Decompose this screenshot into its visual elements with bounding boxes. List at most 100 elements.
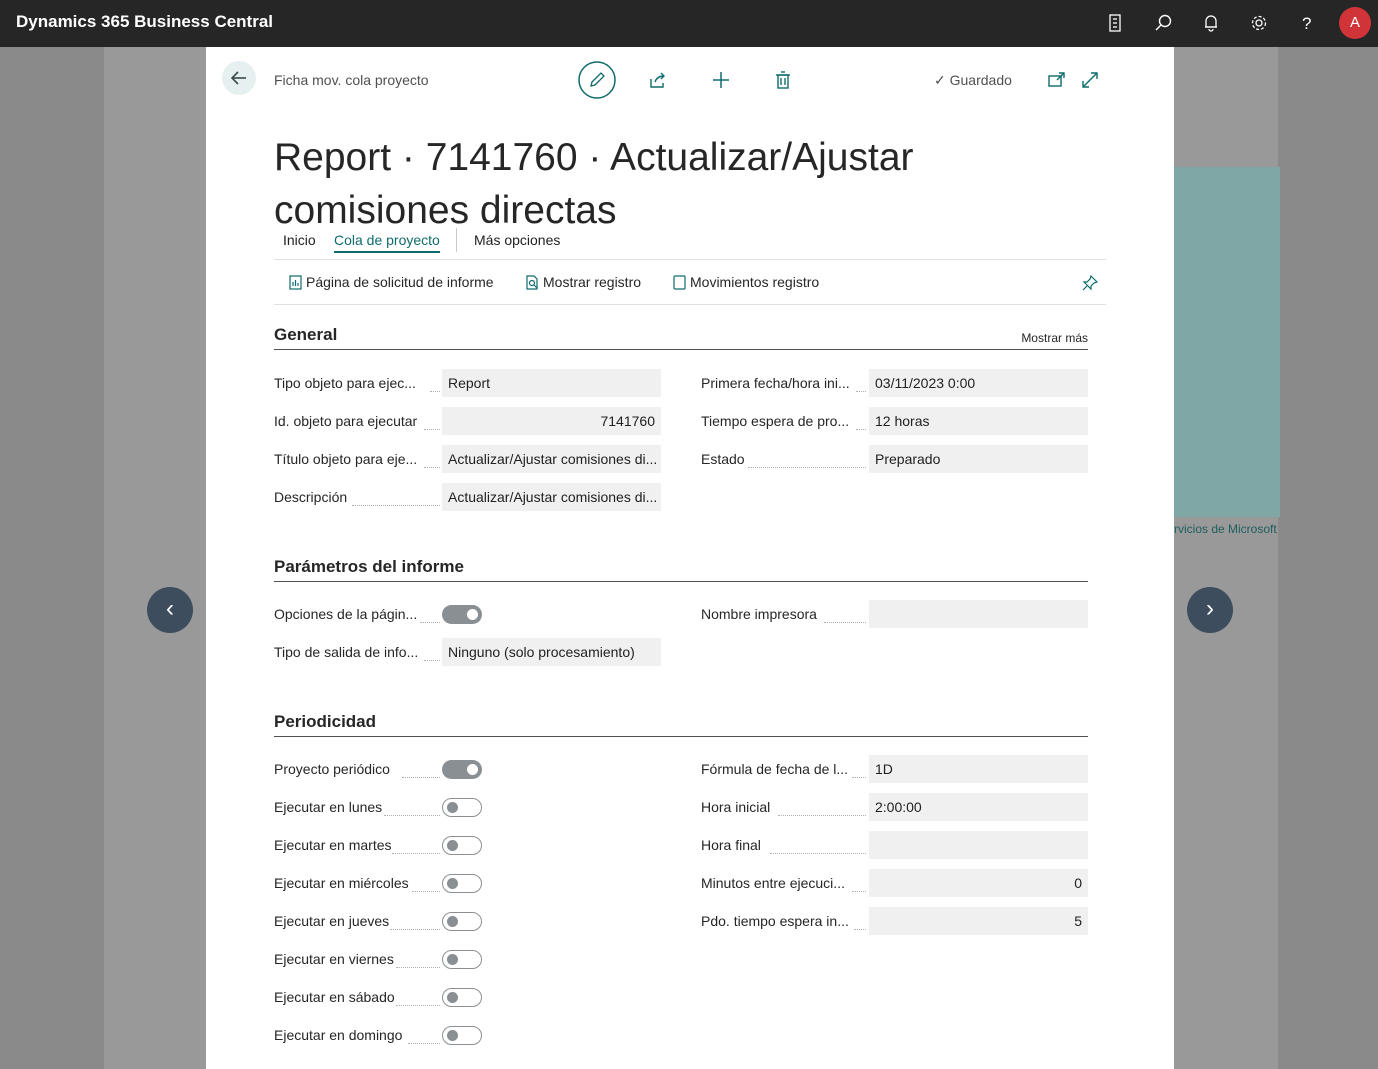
recurring-job-toggle[interactable]: [442, 760, 482, 779]
section-heading[interactable]: Periodicidad: [274, 712, 376, 732]
check-icon: ✓: [934, 72, 946, 88]
leader-dots: [424, 466, 440, 468]
field-label: Ejecutar en viernes: [274, 951, 394, 967]
field-label: Ejecutar en martes: [274, 837, 392, 853]
report-request-page-action[interactable]: Página de solicitud de informe: [289, 274, 494, 290]
field-label: Nombre impresora: [701, 606, 817, 622]
expand-icon: [1082, 72, 1098, 88]
tab-separator: [456, 228, 457, 252]
saved-status: ✓ Guardado: [934, 72, 1012, 89]
leader-dots: [384, 814, 440, 816]
delete-button[interactable]: [773, 70, 793, 95]
pin-action[interactable]: [1082, 274, 1102, 291]
next-record-button[interactable]: ›: [1187, 587, 1233, 633]
tab-mas-opciones[interactable]: Más opciones: [474, 232, 560, 248]
leader-dots: [854, 928, 866, 930]
previous-record-button[interactable]: ‹: [147, 587, 193, 633]
leader-dots: [852, 776, 866, 778]
field-label: Tipo objeto para ejec...: [274, 375, 416, 391]
tab-bar: Inicio Cola de proyecto Más opciones: [274, 228, 1106, 260]
job-queue-card-dialog: Ficha mov. cola proyecto ✓ Guardado Repo…: [206, 47, 1174, 1069]
field-label: Hora final: [701, 837, 761, 853]
top-bar: Dynamics 365 Business Central ? A: [0, 0, 1378, 47]
open-new-window-button[interactable]: [1047, 70, 1067, 95]
field-label: Fórmula de fecha de l...: [701, 761, 849, 777]
ending-time-field[interactable]: [869, 831, 1088, 859]
field-label: Tipo de salida de info...: [274, 644, 419, 660]
leader-dots: [778, 814, 866, 816]
leader-dots: [824, 621, 866, 623]
background-illustration: [1172, 167, 1280, 517]
section-report-parameters: Parámetros del informe: [274, 551, 1088, 582]
printer-name-field[interactable]: [869, 600, 1088, 628]
back-button[interactable]: [222, 61, 256, 95]
share-button[interactable]: [648, 70, 668, 95]
company-icon[interactable]: [1102, 10, 1128, 36]
leader-dots: [402, 776, 440, 778]
tab-cola-de-proyecto[interactable]: Cola de proyecto: [334, 232, 440, 253]
field-label: Ejecutar en lunes: [274, 799, 383, 815]
run-thursday-toggle[interactable]: [442, 912, 482, 931]
leader-dots: [390, 928, 440, 930]
object-type-field[interactable]: Report: [442, 369, 661, 397]
show-log-label: Mostrar registro: [543, 274, 642, 290]
tab-inicio[interactable]: Inicio: [283, 232, 316, 248]
gear-icon[interactable]: [1246, 10, 1272, 36]
report-output-type-field[interactable]: Ninguno (solo procesamiento): [442, 638, 661, 666]
run-wednesday-toggle[interactable]: [442, 874, 482, 893]
field-label: Ejecutar en miércoles: [274, 875, 409, 891]
minutes-between-runs-field[interactable]: 0: [869, 869, 1088, 897]
leader-dots: [852, 890, 866, 892]
run-friday-toggle[interactable]: [442, 950, 482, 969]
leader-dots: [424, 428, 440, 430]
field-label: Opciones de la págin...: [274, 606, 418, 622]
show-more-link[interactable]: Mostrar más: [1021, 331, 1088, 345]
leader-dots: [412, 890, 440, 892]
report-options-toggle[interactable]: [442, 605, 482, 624]
run-tuesday-toggle[interactable]: [442, 836, 482, 855]
leader-dots: [396, 966, 440, 968]
action-bar: Página de solicitud de informe Mostrar r…: [274, 260, 1106, 305]
object-caption-field[interactable]: Actualizar/Ajustar comisiones di...: [442, 445, 661, 473]
plus-icon: [713, 72, 729, 88]
field-label: Título objeto para eje...: [274, 451, 418, 467]
description-field[interactable]: Actualizar/Ajustar comisiones di...: [442, 483, 661, 511]
status-field[interactable]: Preparado: [869, 445, 1088, 473]
pencil-icon: [578, 61, 616, 99]
show-log-action[interactable]: Mostrar registro: [525, 274, 641, 290]
page-title: Report · 7141760 · Actualizar/Ajustar co…: [274, 136, 914, 233]
inactivity-timeout-field[interactable]: 5: [869, 907, 1088, 935]
earliest-start-field[interactable]: 03/11/2023 0:00: [869, 369, 1088, 397]
field-label: Hora inicial: [701, 799, 771, 815]
app-title[interactable]: Dynamics 365 Business Central: [16, 12, 273, 32]
open-in-new-icon: [1048, 72, 1065, 87]
run-sunday-toggle[interactable]: [442, 1026, 482, 1045]
expand-button[interactable]: [1080, 70, 1100, 95]
run-saturday-toggle[interactable]: [442, 988, 482, 1007]
bell-icon[interactable]: [1198, 10, 1224, 36]
field-label: Tiempo espera de pro...: [701, 413, 850, 429]
new-button[interactable]: [711, 70, 731, 95]
avatar[interactable]: A: [1339, 7, 1371, 39]
help-icon[interactable]: ?: [1294, 10, 1320, 36]
starting-time-field[interactable]: 2:00:00: [869, 793, 1088, 821]
field-label: Primera fecha/hora ini...: [701, 375, 850, 391]
section-heading[interactable]: Parámetros del informe: [274, 557, 464, 577]
search-icon[interactable]: [1150, 10, 1176, 36]
timeout-field[interactable]: 12 horas: [869, 407, 1088, 435]
leader-dots: [856, 390, 866, 392]
report-icon: [289, 275, 302, 290]
section-heading[interactable]: General: [274, 325, 337, 345]
leader-dots: [856, 428, 866, 430]
leader-dots: [748, 466, 866, 468]
arrow-left-icon: [230, 71, 246, 85]
edit-button[interactable]: [578, 61, 616, 104]
leader-dots: [392, 852, 440, 854]
log-entries-action[interactable]: Movimientos registro: [673, 274, 819, 290]
log-entries-label: Movimientos registro: [690, 274, 820, 290]
object-id-field[interactable]: 7141760: [442, 407, 661, 435]
document-search-icon: [526, 275, 538, 290]
next-run-date-formula-field[interactable]: 1D: [869, 755, 1088, 783]
run-monday-toggle[interactable]: [442, 798, 482, 817]
section-general: General Mostrar más: [274, 319, 1088, 350]
